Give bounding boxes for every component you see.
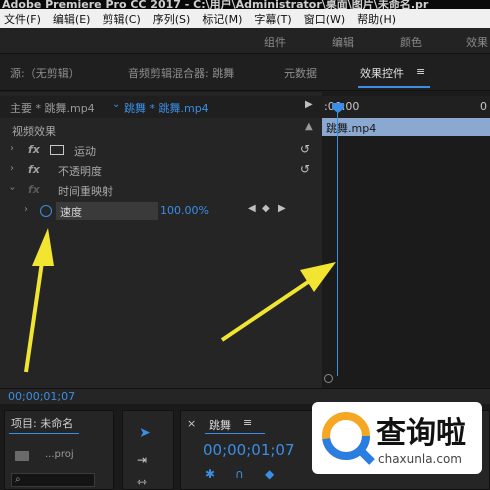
watermark-url: chaxunla.com xyxy=(378,452,462,466)
arrow-to-stopwatch-icon xyxy=(24,228,54,373)
arrow-to-playhead-icon xyxy=(220,262,336,342)
watermark-text: 查询啦 xyxy=(376,416,466,451)
watermark-logo: 查询啦 chaxunla.com xyxy=(312,402,482,474)
search-magnifier-icon xyxy=(322,412,375,465)
